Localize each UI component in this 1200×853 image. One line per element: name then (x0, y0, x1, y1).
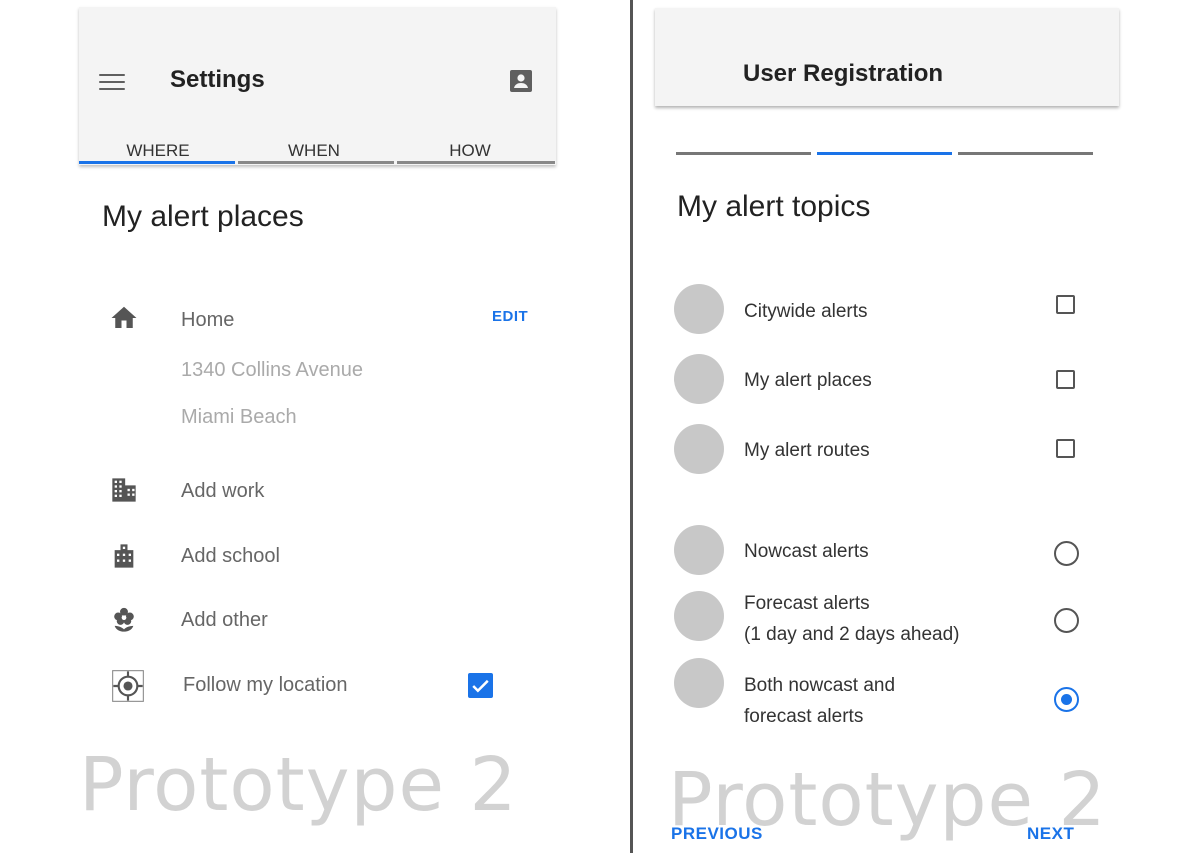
panel-divider (630, 0, 633, 853)
building-icon (112, 478, 136, 502)
place-home-label[interactable]: Home (181, 309, 234, 332)
topic-label: Forecast alerts (744, 593, 870, 614)
registration-appbar (655, 8, 1119, 106)
alert-places-title: My alert places (102, 200, 304, 233)
tab-where[interactable]: WHERE (80, 141, 236, 161)
alert-topics-title: My alert topics (677, 190, 871, 223)
tab-how[interactable]: HOW (392, 141, 548, 161)
flower-icon (114, 607, 134, 632)
home-address-line2: Miami Beach (181, 406, 297, 428)
checkmark-icon (472, 679, 489, 693)
location-target-icon (112, 670, 144, 702)
topic-avatar (674, 354, 724, 404)
both-alerts-radio[interactable] (1054, 687, 1079, 712)
topic-label: My alert routes (744, 440, 870, 461)
tab-when[interactable]: WHEN (236, 141, 392, 161)
topic-avatar (674, 525, 724, 575)
alert-places-checkbox[interactable] (1056, 370, 1075, 389)
topic-avatar (674, 284, 724, 334)
tab-when-indicator (238, 161, 394, 164)
school-icon (114, 544, 134, 568)
topic-label: Citywide alerts (744, 301, 868, 322)
previous-button[interactable]: PREVIOUS (671, 824, 763, 844)
tab-how-indicator (397, 161, 555, 164)
topic-label-secondary: forecast alerts (744, 706, 864, 727)
topic-label-secondary: (1 day and 2 days ahead) (744, 624, 960, 645)
nowcast-alerts-radio[interactable] (1054, 541, 1079, 566)
edit-home-button[interactable]: EDIT (492, 308, 528, 325)
topic-avatar (674, 424, 724, 474)
home-icon (111, 306, 137, 328)
menu-icon[interactable] (99, 74, 125, 94)
add-work-item[interactable]: Add work (181, 480, 264, 503)
home-address-line1: 1340 Collins Avenue (181, 359, 363, 381)
follow-location-label: Follow my location (183, 674, 348, 696)
alert-routes-checkbox[interactable] (1056, 439, 1075, 458)
next-button[interactable]: NEXT (1027, 824, 1074, 844)
prototype-watermark-left: Prototype 2 (79, 742, 518, 828)
account-box-icon[interactable] (509, 69, 533, 93)
topic-label: My alert places (744, 370, 872, 391)
add-other-item[interactable]: Add other (181, 609, 268, 632)
registration-title: User Registration (743, 60, 944, 87)
follow-location-checkbox[interactable] (468, 673, 493, 698)
topic-avatar (674, 658, 724, 708)
step-3-indicator (958, 152, 1093, 155)
forecast-alerts-radio[interactable] (1054, 608, 1079, 633)
citywide-alerts-checkbox[interactable] (1056, 295, 1075, 314)
topic-label: Nowcast alerts (744, 541, 869, 562)
step-1-indicator (676, 152, 811, 155)
topic-avatar (674, 591, 724, 641)
topic-label: Both nowcast and (744, 675, 896, 696)
tab-where-indicator (79, 161, 235, 164)
add-school-item[interactable]: Add school (181, 545, 280, 568)
settings-title: Settings (170, 66, 265, 93)
step-2-indicator (817, 152, 952, 155)
